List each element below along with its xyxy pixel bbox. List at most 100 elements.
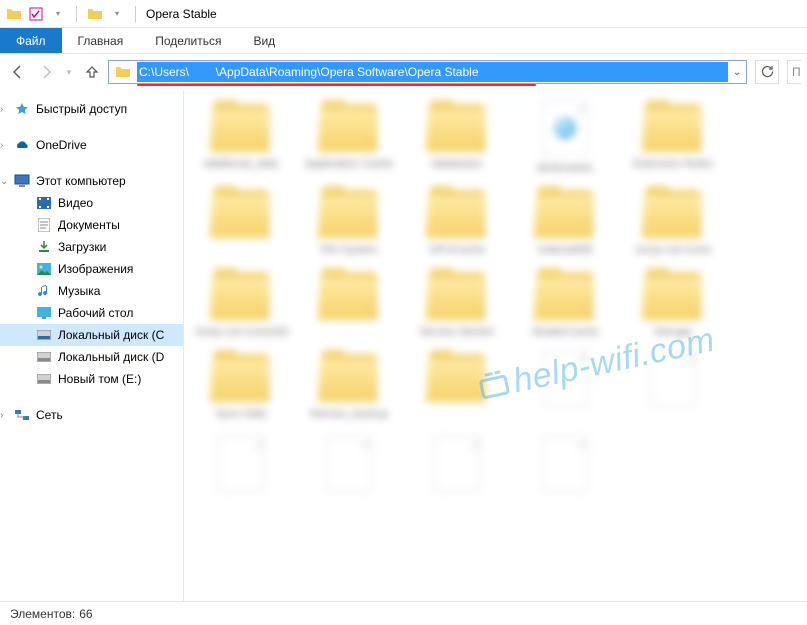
file-item[interactable] bbox=[624, 350, 722, 426]
folder-item[interactable]: Sync Data bbox=[192, 350, 290, 426]
chevron-right-icon[interactable]: › bbox=[0, 140, 3, 151]
chevron-down-icon[interactable]: ⌄ bbox=[0, 176, 8, 187]
folder-icon bbox=[425, 268, 489, 320]
file-icon bbox=[542, 350, 588, 406]
folder-item[interactable]: Application Cache bbox=[300, 100, 398, 176]
annotation-underline bbox=[137, 84, 536, 86]
file-item[interactable] bbox=[192, 436, 290, 512]
forward-button[interactable] bbox=[34, 60, 58, 84]
sidebar-item-label: Музыка bbox=[58, 284, 100, 298]
sidebar-downloads[interactable]: Загрузки bbox=[0, 236, 183, 258]
file-icon bbox=[542, 436, 588, 492]
address-bar[interactable]: ⌄ bbox=[108, 60, 747, 84]
video-icon bbox=[36, 195, 52, 211]
main-area: › Быстрый доступ › OneDrive ⌄ Этот компь… bbox=[0, 90, 807, 601]
file-item[interactable] bbox=[516, 350, 614, 426]
item-label: databases bbox=[408, 158, 506, 172]
item-label bbox=[408, 408, 506, 422]
desktop-icon bbox=[36, 305, 52, 321]
chevron-down-icon[interactable]: ▾ bbox=[109, 6, 125, 22]
sidebar-music[interactable]: Музыка bbox=[0, 280, 183, 302]
folder-item[interactable]: IndexedDB bbox=[516, 186, 614, 258]
sidebar-videos[interactable]: Видео bbox=[0, 192, 183, 214]
file-item[interactable]: dictionaries bbox=[516, 100, 614, 176]
sidebar-item-label: Изображения bbox=[58, 262, 133, 276]
file-item[interactable] bbox=[408, 436, 506, 512]
file-list[interactable]: additional_data Application Cache database… bbox=[184, 90, 807, 601]
drive-icon bbox=[36, 371, 52, 387]
sidebar-this-pc[interactable]: ⌄ Этот компьютер bbox=[0, 170, 183, 192]
sidebar-pictures[interactable]: Изображения bbox=[0, 258, 183, 280]
item-label: File System bbox=[300, 244, 398, 258]
separator bbox=[76, 6, 77, 22]
tab-home[interactable]: Главная bbox=[62, 28, 140, 53]
item-label: GPUCache bbox=[408, 244, 506, 258]
folder-item[interactable]: Service Worker bbox=[408, 268, 506, 340]
folder-item[interactable]: additional_data bbox=[192, 100, 290, 176]
item-label: ShaderCache bbox=[516, 326, 614, 340]
status-items-count: 66 bbox=[79, 607, 92, 621]
address-input[interactable] bbox=[137, 62, 728, 82]
search-box[interactable]: П bbox=[787, 60, 801, 84]
sidebar-item-label: Документы bbox=[58, 218, 120, 232]
folder-icon bbox=[533, 186, 597, 238]
chevron-right-icon[interactable]: › bbox=[0, 104, 3, 115]
folder-icon bbox=[317, 350, 381, 402]
item-label: Jump List IconsOld bbox=[192, 326, 290, 340]
item-label: themes_backup bbox=[300, 408, 398, 422]
tab-share[interactable]: Поделиться bbox=[139, 28, 237, 53]
sidebar-desktop[interactable]: Рабочий стол bbox=[0, 302, 183, 324]
address-dropdown-icon[interactable]: ⌄ bbox=[728, 67, 746, 78]
sidebar-documents[interactable]: Документы bbox=[0, 214, 183, 236]
drive-icon bbox=[36, 327, 52, 343]
folder-item[interactable]: Storage bbox=[624, 268, 722, 340]
folder-item[interactable]: databases bbox=[408, 100, 506, 176]
folder-icon bbox=[425, 350, 489, 402]
tab-file[interactable]: Файл bbox=[0, 28, 62, 53]
folder-item[interactable] bbox=[300, 268, 398, 340]
folder-item[interactable]: ShaderCache bbox=[516, 268, 614, 340]
folder-item[interactable]: Extension Rules bbox=[624, 100, 722, 176]
network-icon bbox=[14, 407, 30, 423]
sidebar-item-label: Сеть bbox=[36, 408, 63, 422]
folder-item[interactable]: Jump List Icons bbox=[624, 186, 722, 258]
item-label: Application Cache bbox=[300, 158, 398, 172]
item-label bbox=[192, 498, 290, 512]
back-button[interactable] bbox=[6, 60, 30, 84]
chevron-right-icon[interactable]: › bbox=[0, 410, 3, 421]
item-label bbox=[192, 244, 290, 258]
sidebar-onedrive[interactable]: › OneDrive bbox=[0, 134, 183, 156]
folder-item[interactable]: File System bbox=[300, 186, 398, 258]
file-item[interactable] bbox=[516, 436, 614, 512]
folder-item[interactable]: Jump List IconsOld bbox=[192, 268, 290, 340]
music-icon bbox=[36, 283, 52, 299]
sidebar-quick-access[interactable]: › Быстрый доступ bbox=[0, 98, 183, 120]
sidebar-item-label: Локальный диск (C bbox=[58, 328, 164, 342]
chevron-down-icon[interactable]: ▾ bbox=[50, 6, 66, 22]
folder-item[interactable]: themes_backup bbox=[300, 350, 398, 426]
up-button[interactable] bbox=[80, 60, 104, 84]
item-label: Jump List Icons bbox=[624, 244, 722, 258]
sidebar-new-volume-e[interactable]: Новый том (E:) bbox=[0, 368, 183, 390]
folder-item[interactable]: GPUCache bbox=[408, 186, 506, 258]
folder-item[interactable] bbox=[408, 350, 506, 426]
refresh-button[interactable] bbox=[755, 60, 779, 84]
tab-view[interactable]: Вид bbox=[237, 28, 291, 53]
recent-dropdown[interactable]: ▾ bbox=[62, 60, 76, 84]
folder-icon bbox=[641, 100, 705, 152]
sidebar-local-disk-d[interactable]: Локальный диск (D bbox=[0, 346, 183, 368]
sidebar-local-disk-c[interactable]: Локальный диск (C bbox=[0, 324, 183, 346]
folder-icon bbox=[641, 268, 705, 320]
folder-item[interactable] bbox=[192, 186, 290, 258]
folder-icon bbox=[209, 100, 273, 152]
nav-bar: ▾ ⌄ П bbox=[0, 54, 807, 90]
file-item[interactable] bbox=[300, 436, 398, 512]
folder-icon bbox=[209, 268, 273, 320]
status-bar: Элементов: 66 bbox=[0, 601, 807, 625]
properties-icon[interactable] bbox=[28, 6, 44, 22]
monitor-icon bbox=[14, 173, 30, 189]
sidebar-network[interactable]: › Сеть bbox=[0, 404, 183, 426]
item-label bbox=[624, 412, 722, 426]
item-label bbox=[516, 498, 614, 512]
sidebar-item-label: Рабочий стол bbox=[58, 306, 133, 320]
